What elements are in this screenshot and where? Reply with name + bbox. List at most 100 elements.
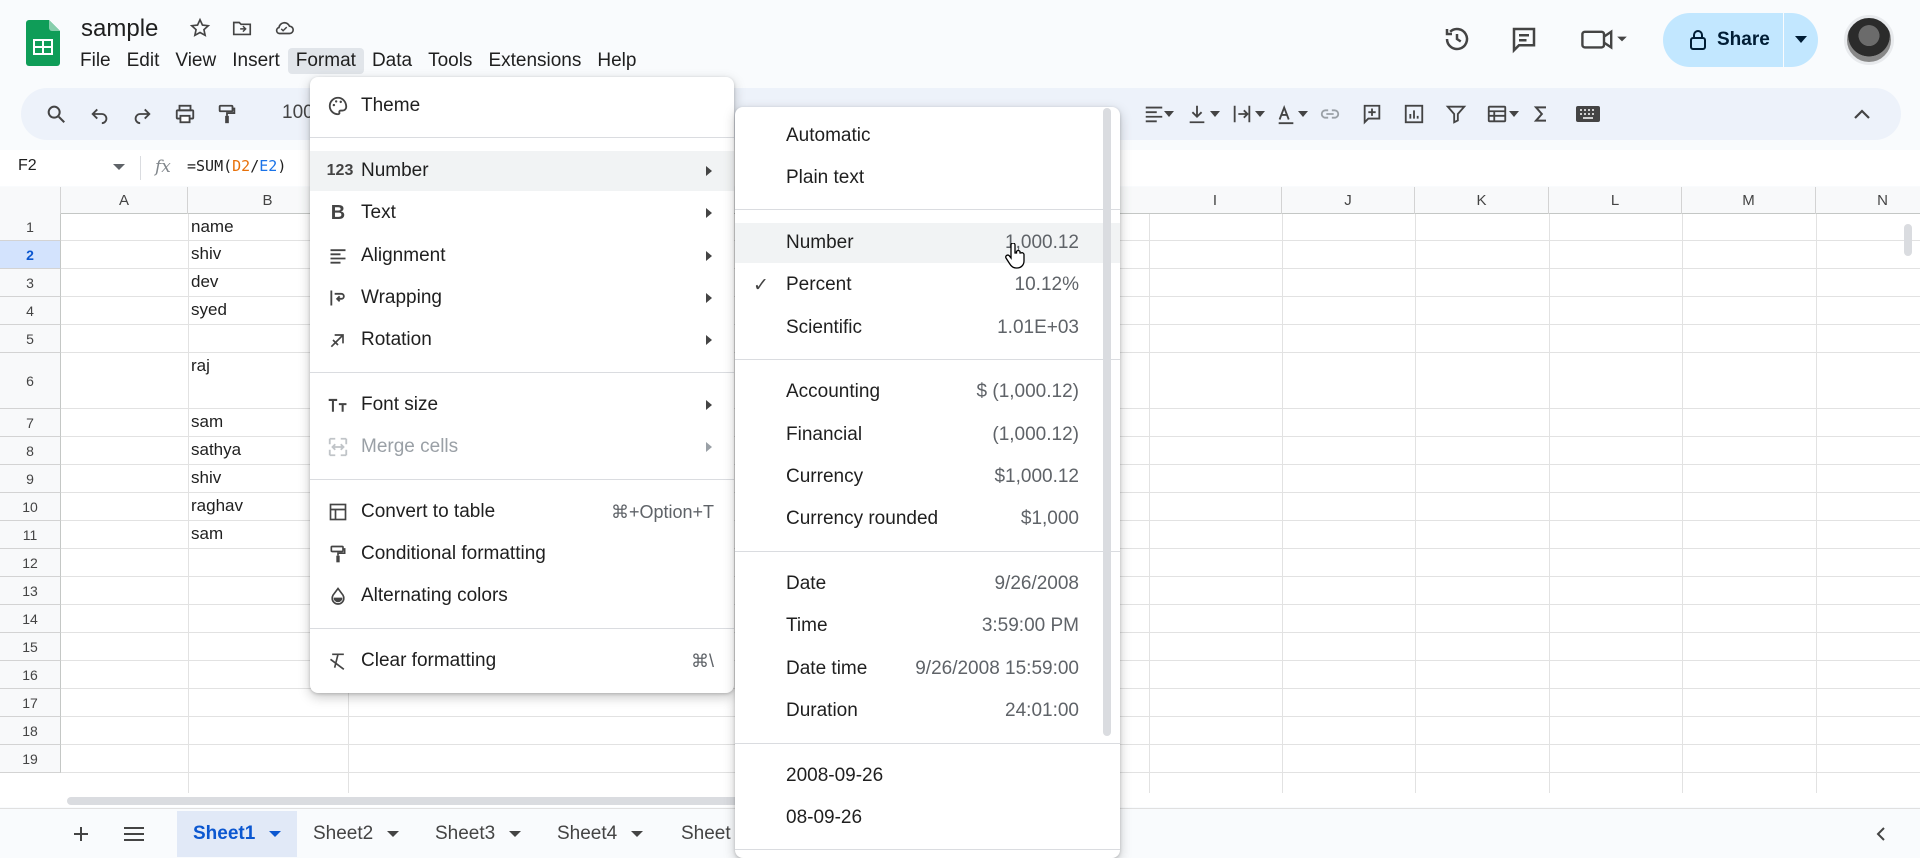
number-option-number[interactable]: Number 1,000.12 [735, 223, 1120, 263]
number-option-currency-rounded[interactable]: Currency rounded $1,000 [735, 499, 1120, 539]
scroll-tabs-left-chevron-icon[interactable] [1868, 821, 1894, 847]
menu-view[interactable]: View [167, 48, 224, 74]
name-box[interactable]: F2 [18, 157, 37, 175]
collapse-menus-chevron-up-icon[interactable] [1849, 101, 1875, 127]
cell-b10[interactable]: raghav [191, 496, 243, 516]
share-button[interactable]: Share [1663, 13, 1818, 67]
number-option-date[interactable]: Date 9/26/2008 [735, 564, 1120, 604]
functions-icon[interactable] [1528, 101, 1554, 127]
number-option-accounting[interactable]: Accounting $ (1,000.12) [735, 372, 1120, 412]
filter-icon[interactable] [1443, 101, 1469, 127]
column-header-k[interactable]: K [1415, 187, 1549, 214]
row-header-15[interactable]: 15 [0, 633, 61, 661]
menu-item-clear-formatting[interactable]: Clear formatting ⌘\ [310, 641, 734, 681]
menu-item-rotation[interactable]: Rotation [310, 320, 734, 360]
number-option-date-short[interactable]: 08-09-26 [735, 798, 1120, 838]
share-options-chevron-icon[interactable] [1784, 36, 1818, 44]
menu-extensions[interactable]: Extensions [480, 48, 589, 74]
select-all-corner[interactable] [0, 187, 61, 214]
cell-b1[interactable]: name [191, 217, 234, 237]
menu-tools[interactable]: Tools [420, 48, 480, 74]
insert-link-icon[interactable] [1317, 101, 1343, 127]
formula-input[interactable]: =SUM(D2/E2) [187, 157, 286, 175]
menu-item-alignment[interactable]: Alignment [310, 236, 734, 276]
sheet-tab-sheet4[interactable]: Sheet4 [541, 811, 659, 857]
input-tools-keyboard-icon[interactable] [1573, 101, 1603, 127]
number-option-scientific[interactable]: Scientific 1.01E+03 [735, 308, 1120, 348]
number-option-date-iso[interactable]: 2008-09-26 [735, 756, 1120, 796]
number-option-automatic[interactable]: Automatic [735, 116, 1120, 156]
number-option-currency[interactable]: Currency $1,000.12 [735, 457, 1120, 497]
row-header-5[interactable]: 5 [0, 325, 61, 353]
row-header-19[interactable]: 19 [0, 745, 61, 773]
cell-b6[interactable]: raj [191, 356, 210, 376]
column-header-j[interactable]: J [1282, 187, 1415, 214]
menu-item-convert-to-table[interactable]: Convert to table ⌘+Option+T [310, 492, 734, 532]
cell-b7[interactable]: sam [191, 412, 223, 432]
cell-b11[interactable]: sam [191, 524, 223, 544]
cloud-status-icon[interactable] [272, 16, 296, 40]
align-dropdown-icon[interactable] [1162, 101, 1176, 127]
menu-item-theme[interactable]: Theme [310, 86, 734, 126]
comments-icon[interactable] [1509, 24, 1539, 54]
row-header-10[interactable]: 10 [0, 493, 61, 521]
menu-item-conditional-formatting[interactable]: Conditional formatting [310, 534, 734, 574]
filter-views-dropdown-icon[interactable] [1507, 101, 1521, 127]
vertical-align-dropdown-icon[interactable] [1208, 101, 1222, 127]
horizontal-scroll-thumb[interactable] [67, 797, 747, 805]
row-header-13[interactable]: 13 [0, 577, 61, 605]
meet-icon[interactable] [1580, 24, 1628, 54]
row-header-4[interactable]: 4 [0, 297, 61, 325]
add-sheet-icon[interactable] [68, 821, 94, 847]
menu-format[interactable]: Format [287, 48, 364, 74]
cell-b4[interactable]: syed [191, 300, 227, 320]
cell-b8[interactable]: sathya [191, 440, 241, 460]
cell-b2[interactable]: shiv [191, 244, 221, 264]
version-history-icon[interactable] [1442, 24, 1472, 54]
row-header-1[interactable]: 1 [0, 214, 61, 241]
sheet-tab-sheet2[interactable]: Sheet2 [297, 811, 415, 857]
search-menus-icon[interactable] [43, 101, 69, 127]
row-header-7[interactable]: 7 [0, 409, 61, 437]
sheet2-menu-chevron-icon[interactable] [387, 831, 400, 837]
submenu-scrollbar[interactable] [1103, 108, 1111, 736]
sheet4-menu-chevron-icon[interactable] [631, 831, 644, 837]
rotation-dropdown-icon[interactable] [1296, 101, 1310, 127]
row-header-11[interactable]: 11 [0, 521, 61, 549]
cell-b3[interactable]: dev [191, 272, 218, 292]
vertical-scroll-thumb[interactable] [1904, 224, 1912, 256]
menu-data[interactable]: Data [364, 48, 420, 74]
menu-item-wrapping[interactable]: Wrapping [310, 278, 734, 318]
menu-item-alternating-colors[interactable]: Alternating colors [310, 576, 734, 616]
number-option-date-time[interactable]: Date time 9/26/2008 15:59:00 [735, 649, 1120, 689]
menu-insert[interactable]: Insert [224, 48, 288, 74]
number-option-percent[interactable]: ✓ Percent 10.12% [735, 265, 1120, 305]
menu-help[interactable]: Help [589, 48, 644, 74]
star-icon[interactable] [188, 16, 212, 40]
row-header-8[interactable]: 8 [0, 437, 61, 465]
insert-comment-icon[interactable] [1359, 101, 1385, 127]
menu-item-text[interactable]: B Text [310, 193, 734, 233]
number-option-time[interactable]: Time 3:59:00 PM [735, 606, 1120, 646]
row-header-16[interactable]: 16 [0, 661, 61, 689]
number-option-duration[interactable]: Duration 24:01:00 [735, 691, 1120, 731]
sheet3-menu-chevron-icon[interactable] [509, 831, 522, 837]
sheets-logo-icon[interactable] [26, 20, 60, 66]
avatar[interactable] [1844, 15, 1894, 65]
redo-icon[interactable] [129, 101, 155, 127]
row-header-2[interactable]: 2 [0, 241, 61, 269]
text-wrapping-icon[interactable] [1229, 101, 1255, 127]
row-header-17[interactable]: 17 [0, 689, 61, 717]
cell-b9[interactable]: shiv [191, 468, 221, 488]
row-header-12[interactable]: 12 [0, 549, 61, 577]
column-header-i[interactable]: I [1149, 187, 1282, 214]
sheet1-menu-chevron-icon[interactable] [269, 831, 282, 837]
row-header-3[interactable]: 3 [0, 269, 61, 297]
menu-item-font-size[interactable]: Font size [310, 385, 734, 425]
row-header-14[interactable]: 14 [0, 605, 61, 633]
column-header-l[interactable]: L [1549, 187, 1682, 214]
insert-chart-icon[interactable] [1401, 101, 1427, 127]
move-folder-icon[interactable] [230, 16, 254, 40]
print-icon[interactable] [172, 101, 198, 127]
menu-file[interactable]: File [72, 48, 119, 74]
